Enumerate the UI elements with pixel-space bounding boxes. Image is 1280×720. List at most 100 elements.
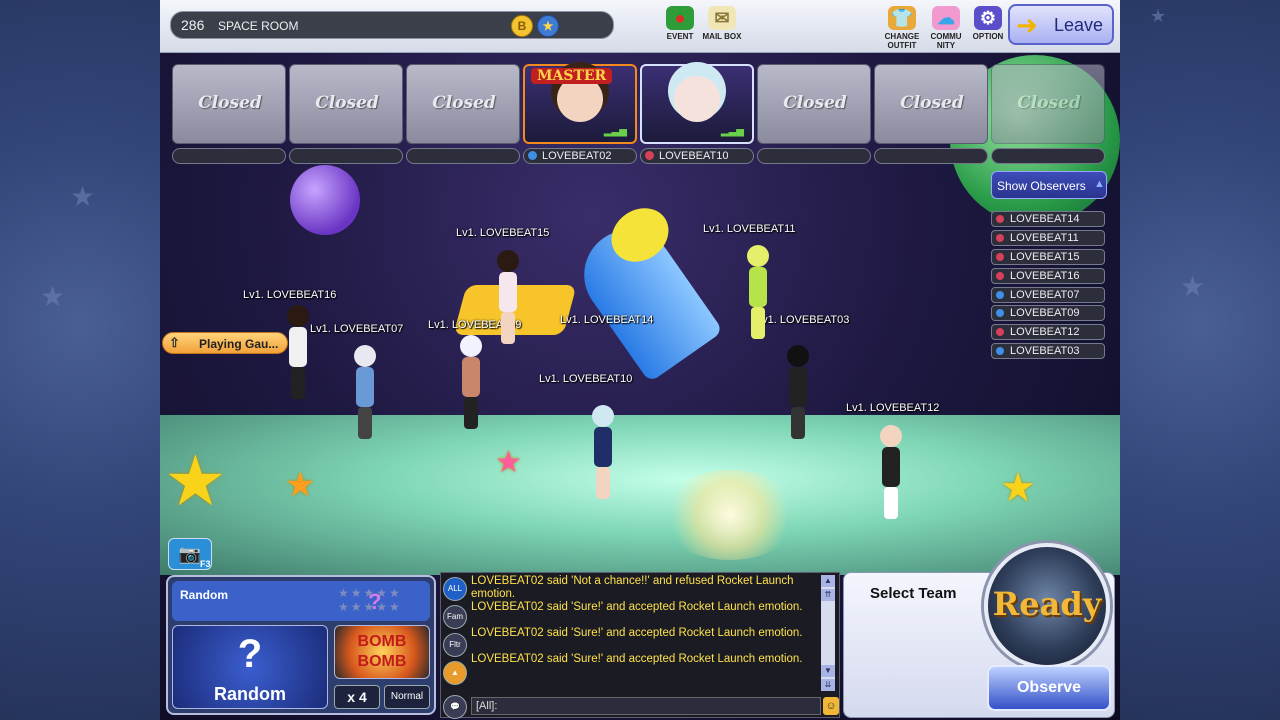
screenshot-hotkey: F3 [200, 559, 211, 569]
playing-gauge-label: Playing Gau... [199, 337, 279, 351]
bomb-mode-button[interactable]: BOMB BOMB [334, 625, 430, 679]
strawberry-event-icon: ● [666, 6, 694, 30]
character-lovebeat15[interactable] [495, 250, 521, 344]
observer-item[interactable]: LOVEBEAT03 [991, 343, 1105, 359]
character-lovebeat07[interactable] [352, 345, 378, 439]
scroll-up-icon[interactable]: ▲ [821, 575, 835, 587]
observer-name: LOVEBEAT14 [1010, 213, 1080, 225]
option-label: OPTION [972, 32, 1004, 41]
bg-star-icon: ★ [1180, 271, 1206, 302]
change-outfit-button[interactable]: 👕 CHANGE OUTFIT [878, 6, 926, 50]
slot-player-name: LOVEBEAT02 [542, 150, 612, 162]
coin-icon: B [511, 15, 533, 37]
player-slot-2[interactable]: Closed [289, 64, 403, 164]
character-lovebeat10[interactable] [590, 405, 616, 499]
emote-button[interactable]: ☺ [823, 697, 839, 715]
scroll-top-icon[interactable]: ⇈ [821, 589, 835, 601]
leave-button[interactable]: ➜ Leave [1008, 4, 1114, 45]
signal-icon: ▂▃▅ [720, 126, 744, 137]
chat-alert-icon[interactable]: ▲ [443, 661, 467, 685]
right-background: ★ ★ [1120, 0, 1280, 720]
speech-bubble-icon[interactable]: 💬 [443, 695, 467, 719]
envelope-mailbox-icon: ✉ [708, 6, 736, 30]
slot-name-bar [991, 148, 1105, 164]
character-lovebeat12[interactable] [878, 425, 904, 519]
team-blue-icon [996, 291, 1004, 299]
gear-icon: ⚙ [974, 6, 1002, 30]
mailbox-label: MAIL BOX [702, 32, 742, 41]
arrow-up-icon: ⇧ [169, 335, 180, 350]
scroll-down-icon[interactable]: ▼ [821, 665, 835, 677]
player-slot-1[interactable]: Closed [172, 64, 286, 164]
slot-name-bar: LOVEBEAT10 [640, 148, 754, 164]
scene-name-lovebeat16: Lv1. LOVEBEAT16 [243, 289, 337, 301]
chat-tab-family[interactable]: Fam [443, 605, 467, 629]
slot-closed-label: Closed [900, 93, 964, 113]
observer-item[interactable]: LOVEBEAT16 [991, 268, 1105, 284]
slot-closed-panel: Closed [289, 64, 403, 144]
slot-closed-label: Closed [783, 93, 847, 113]
event-button[interactable]: ● EVENT [656, 6, 704, 41]
player-portrait: MASTER ▂▃▅ [523, 64, 637, 144]
observer-item[interactable]: LOVEBEAT07 [991, 287, 1105, 303]
observe-button[interactable]: Observe [987, 665, 1111, 711]
observer-item[interactable]: LOVEBEAT11 [991, 230, 1105, 246]
chat-message: LOVEBEAT02 said 'Sure!' and accepted Roc… [471, 653, 803, 665]
chat-message: LOVEBEAT02 said 'Sure!' and accepted Roc… [471, 601, 803, 613]
scroll-bottom-icon[interactable]: ⇊ [821, 679, 835, 691]
observer-item[interactable]: LOVEBEAT14 [991, 211, 1105, 227]
song-select-bar[interactable]: Random ★★★★★ ★★★★★ ? [172, 581, 430, 621]
question-icon: ? [368, 589, 382, 614]
community-label: COMMU NITY [930, 32, 962, 50]
observer-name: LOVEBEAT03 [1010, 345, 1080, 357]
chat-panel: ALL Fam Fltr ▲ LOVEBEAT02 said 'Not a ch… [440, 572, 840, 719]
observer-item[interactable]: LOVEBEAT15 [991, 249, 1105, 265]
option-button[interactable]: ⚙ OPTION [964, 6, 1012, 41]
orange-star-icon: ★ [285, 466, 316, 504]
player-slot-8[interactable]: Closed [991, 64, 1105, 164]
player-slot-6[interactable]: Closed [757, 64, 871, 164]
mailbox-button[interactable]: ✉ MAIL BOX [698, 6, 746, 41]
observer-item[interactable]: LOVEBEAT12 [991, 324, 1105, 340]
player-slot-5[interactable]: ▂▃▅ LOVEBEAT10 [640, 64, 754, 164]
camera-icon: 📷 [178, 544, 202, 564]
slot-closed-panel: Closed [406, 64, 520, 144]
bomb-mode-label: BOMB BOMB [357, 633, 407, 670]
ready-button[interactable]: Ready [984, 543, 1110, 669]
playing-gauge-button[interactable]: ⇧ Playing Gau... [162, 332, 288, 354]
observer-name: LOVEBEAT15 [1010, 251, 1080, 263]
slot-closed-panel: Closed [172, 64, 286, 144]
scene-name-lovebeat10: Lv1. LOVEBEAT10 [539, 373, 633, 385]
difficulty-selector[interactable]: Normal [384, 685, 430, 709]
observer-name: LOVEBEAT12 [1010, 326, 1080, 338]
player-slot-4[interactable]: MASTER ▂▃▅ LOVEBEAT02 [523, 64, 637, 164]
show-observers-label: Show Observers [997, 179, 1086, 193]
team-blue-icon [528, 151, 537, 160]
character-lovebeat03[interactable] [785, 345, 811, 439]
game-window: ★ ★ ★ ★ Lv1. LOVEBEAT15 Lv1. LOVEBEAT11 … [160, 0, 1120, 720]
character-lovebeat09[interactable] [458, 335, 484, 429]
chat-tab-all[interactable]: ALL [443, 577, 467, 601]
show-observers-button[interactable]: Show Observers ▲ [991, 171, 1107, 199]
random-song-button[interactable]: ? Random [172, 625, 328, 709]
player-slot-3[interactable]: Closed [406, 64, 520, 164]
community-button[interactable]: ☁ COMMU NITY [922, 6, 970, 50]
event-label: EVENT [666, 32, 694, 41]
song-title: Random [180, 588, 228, 602]
chat-tab-filter[interactable]: Fltr [443, 633, 467, 657]
team-red-icon [996, 234, 1004, 242]
team-red-icon [996, 253, 1004, 261]
character-lovebeat16[interactable] [285, 305, 311, 399]
speed-selector[interactable]: x 4 [334, 685, 380, 709]
slot-name-bar [172, 148, 286, 164]
scene-name-lovebeat11: Lv1. LOVEBEAT11 [703, 223, 796, 235]
slot-player-name: LOVEBEAT10 [659, 150, 729, 162]
star-coin-icon: ★ [537, 15, 559, 37]
player-slot-7[interactable]: Closed [874, 64, 988, 164]
chat-scrollbar[interactable]: ▲ ⇈ ▼ ⇊ [821, 575, 835, 691]
observer-item[interactable]: LOVEBEAT09 [991, 305, 1105, 321]
character-lovebeat11[interactable] [745, 245, 771, 339]
slot-name-bar [757, 148, 871, 164]
slot-closed-label: Closed [432, 93, 496, 113]
chat-input[interactable]: [All]: [471, 697, 821, 715]
